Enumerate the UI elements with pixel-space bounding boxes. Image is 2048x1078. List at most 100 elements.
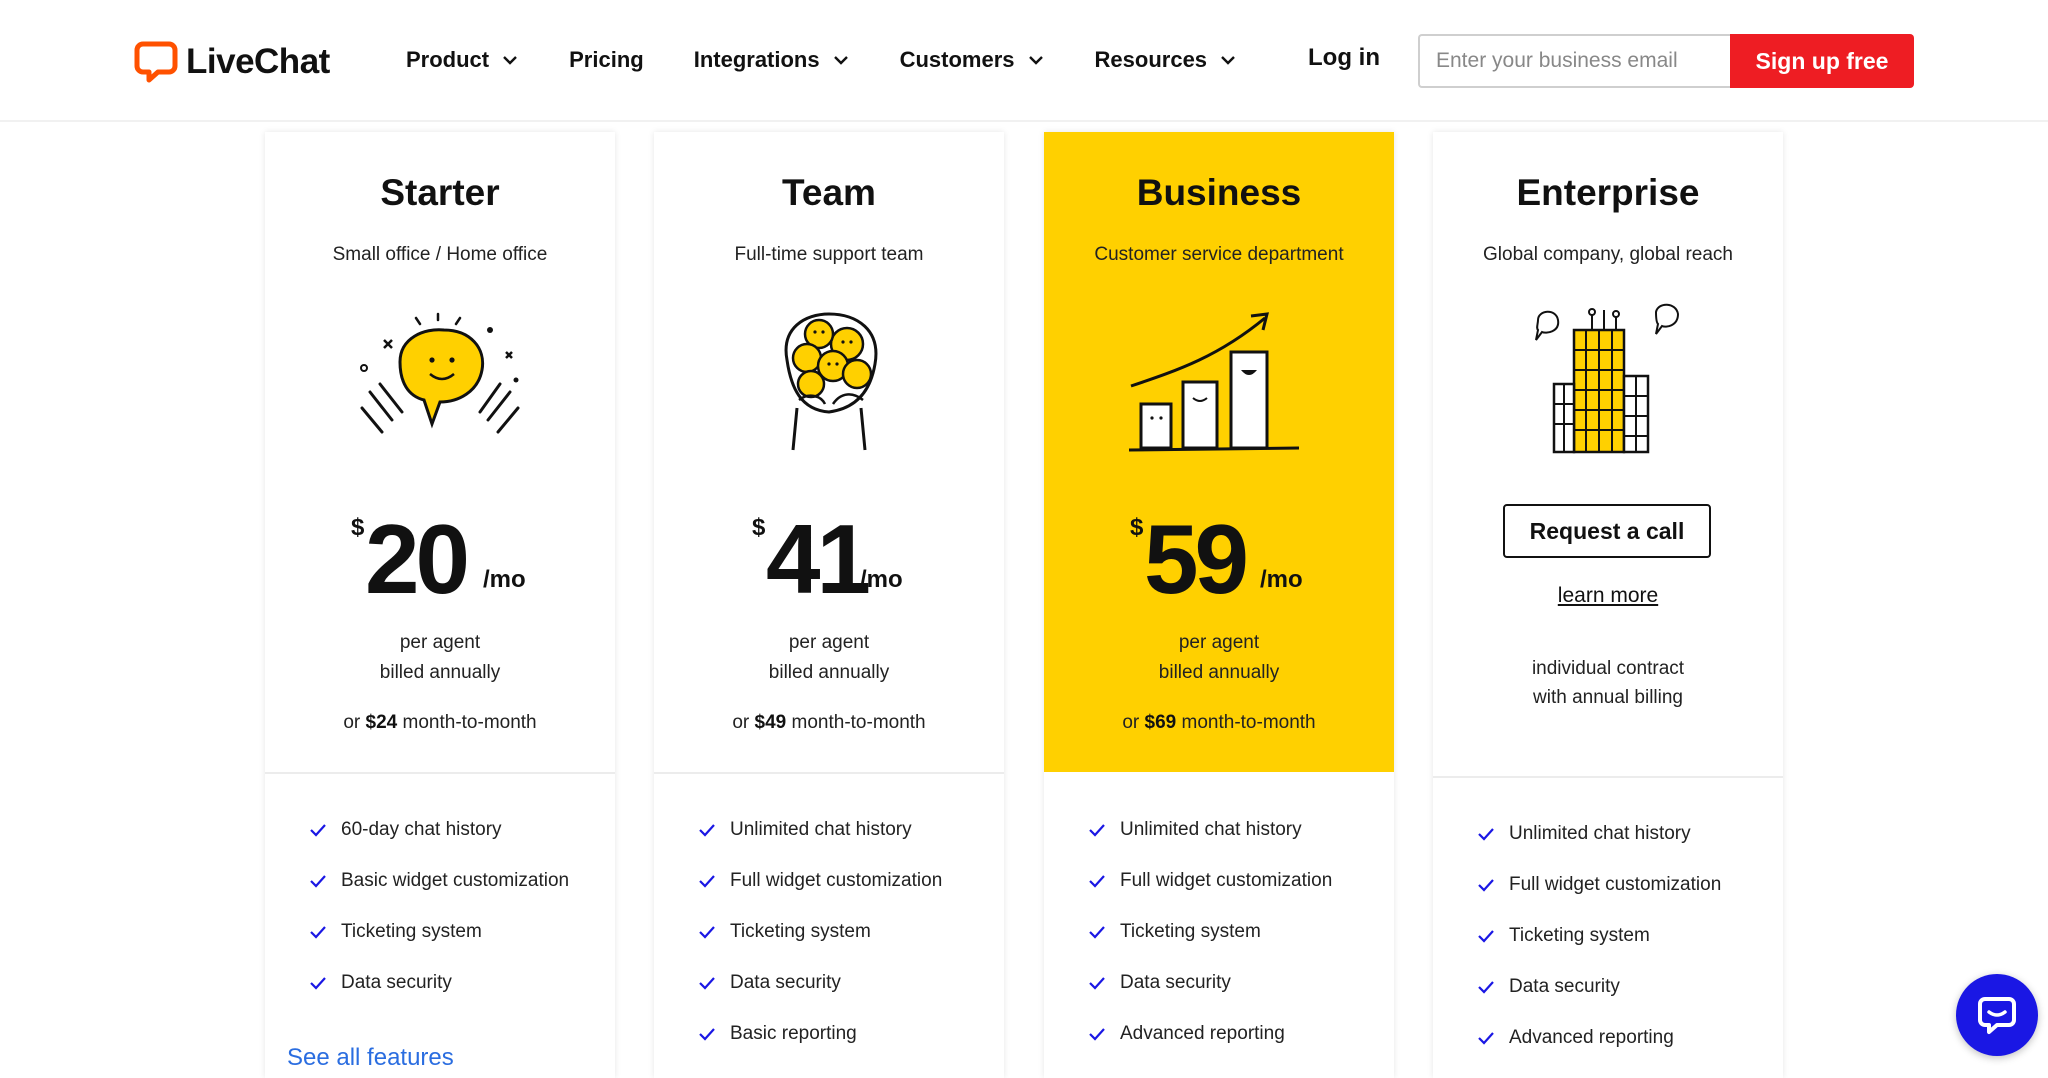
nav-item-label: Product xyxy=(406,47,490,72)
list-item: Basic widget customization xyxy=(309,855,569,906)
list-item: Data security xyxy=(1088,957,1332,1008)
billing-line: billed annually xyxy=(379,662,501,683)
check-icon xyxy=(699,823,715,837)
plan-name: Business xyxy=(1136,172,1302,213)
billing-line: billed annually xyxy=(768,662,890,683)
month-to-month-price: or $24 month-to-month xyxy=(343,712,537,733)
feature-list: 60-day chat history Basic widget customi… xyxy=(309,804,569,1008)
plan-name: Team xyxy=(782,172,876,213)
list-item: Ticketing system xyxy=(1477,910,1721,961)
check-icon xyxy=(1478,827,1494,841)
check-icon xyxy=(310,925,326,939)
plan-card-enterprise: Enterprise Global company, global reach … xyxy=(1433,132,1783,1078)
feature-list: Unlimited chat history Full widget custo… xyxy=(1477,808,1721,1063)
check-icon xyxy=(1089,976,1105,990)
business-email-input[interactable] xyxy=(1418,34,1730,88)
see-all-features-link[interactable]: See all features xyxy=(287,1044,454,1072)
billing-line: per agent xyxy=(399,632,481,653)
list-item: Basic reporting xyxy=(698,1008,942,1059)
chat-widget-button[interactable] xyxy=(1956,974,2038,1056)
list-item: Unlimited chat history xyxy=(1088,804,1332,855)
feature-list: Unlimited chat history Full widget custo… xyxy=(698,804,942,1059)
speech-bubble-illustration xyxy=(360,312,520,434)
chevron-down-icon xyxy=(1221,56,1235,65)
list-item: Ticketing system xyxy=(1088,906,1332,957)
month-to-month-price: or $49 month-to-month xyxy=(732,712,926,733)
billing-line: per agent xyxy=(1178,632,1260,653)
list-item: Advanced reporting xyxy=(1088,1008,1332,1059)
feature-list: Unlimited chat history Full widget custo… xyxy=(1088,804,1332,1059)
contract-info: individual contract with annual billing xyxy=(1433,654,1783,712)
nav-item-customers[interactable]: Customers xyxy=(900,47,1045,73)
check-icon xyxy=(1089,925,1105,939)
plan-subtitle: Small office / Home office xyxy=(332,244,548,265)
plan-subtitle: Customer service department xyxy=(1094,244,1344,265)
check-icon xyxy=(1089,1027,1105,1041)
billing-info: per agent billed annually xyxy=(654,628,1004,688)
login-link[interactable]: Log in xyxy=(1308,44,1380,72)
check-icon xyxy=(699,1027,715,1041)
divider xyxy=(1433,776,1783,778)
contract-line: with annual billing xyxy=(1533,687,1683,708)
list-item: Unlimited chat history xyxy=(1477,808,1721,859)
check-icon xyxy=(1478,1031,1494,1045)
list-item: Full widget customization xyxy=(1477,859,1721,910)
price-amount: 41 xyxy=(766,504,871,614)
nav-item-label: Pricing xyxy=(569,47,644,72)
request-call-button[interactable]: Request a call xyxy=(1503,504,1711,558)
plan-price: $ 20 /mo xyxy=(265,504,615,614)
livechat-logo[interactable]: LiveChat xyxy=(134,38,330,86)
contract-line: individual contract xyxy=(1531,658,1685,679)
plan-summary: Team Full-time support team $ 41 /mo per… xyxy=(654,132,1004,772)
check-icon xyxy=(699,925,715,939)
list-item: Ticketing system xyxy=(309,906,569,957)
nav-item-label: Customers xyxy=(899,47,1015,72)
nav-item-resources[interactable]: Resources xyxy=(1095,47,1238,73)
plan-subtitle: Full-time support team xyxy=(734,244,924,265)
billing-line: per agent xyxy=(788,632,870,653)
check-icon xyxy=(310,976,326,990)
plan-card-team: Team Full-time support team $ 41 /mo per… xyxy=(654,132,1004,1078)
plan-subtitle: Global company, global reach xyxy=(1483,244,1733,265)
learn-more-link[interactable]: learn more xyxy=(1433,584,1783,608)
divider xyxy=(265,772,615,774)
nav-item-label: Integrations xyxy=(693,47,820,72)
nav-item-product[interactable]: Product xyxy=(406,47,519,73)
brand-name: LiveChat xyxy=(186,42,330,81)
chevron-down-icon xyxy=(503,56,517,65)
plan-summary: Starter Small office / Home office $ 20 … xyxy=(265,132,615,772)
price-currency: $ xyxy=(351,514,365,541)
chevron-down-icon xyxy=(833,56,848,65)
check-icon xyxy=(699,874,715,888)
chevron-down-icon xyxy=(1028,56,1043,65)
price-currency: $ xyxy=(752,514,766,541)
nav-item-label: Resources xyxy=(1094,47,1208,72)
growth-chart-illustration xyxy=(1128,312,1300,452)
check-icon xyxy=(1089,874,1105,888)
list-item: Data security xyxy=(698,957,942,1008)
team-group-illustration xyxy=(784,312,878,451)
list-item: Advanced reporting xyxy=(1477,1012,1721,1063)
plan-name: Enterprise xyxy=(1516,172,1700,213)
nav-item-pricing[interactable]: Pricing xyxy=(569,47,644,73)
check-icon xyxy=(1089,823,1105,837)
billing-line: billed annually xyxy=(1158,662,1280,683)
plan-summary: Enterprise Global company, global reach … xyxy=(1433,132,1783,772)
signup-button[interactable]: Sign up free xyxy=(1730,34,1914,88)
list-item: Full widget customization xyxy=(698,855,942,906)
list-item: Full widget customization xyxy=(1088,855,1332,906)
plan-card-business: Business Customer service department $ 5… xyxy=(1044,132,1394,1078)
billing-info: per agent billed annually xyxy=(265,628,615,688)
list-item: 60-day chat history xyxy=(309,804,569,855)
livechat-logo-icon xyxy=(134,41,178,83)
price-currency: $ xyxy=(1130,514,1144,541)
plan-price: $ 59 /mo xyxy=(1044,504,1394,614)
price-period: /mo xyxy=(483,566,526,593)
chat-icon xyxy=(1978,997,2016,1034)
check-icon xyxy=(1478,929,1494,943)
check-icon xyxy=(310,823,326,837)
skyscraper-illustration xyxy=(1535,303,1680,454)
price-amount: 20 xyxy=(365,504,470,614)
nav-item-integrations[interactable]: Integrations xyxy=(694,47,850,73)
divider xyxy=(654,772,1004,774)
